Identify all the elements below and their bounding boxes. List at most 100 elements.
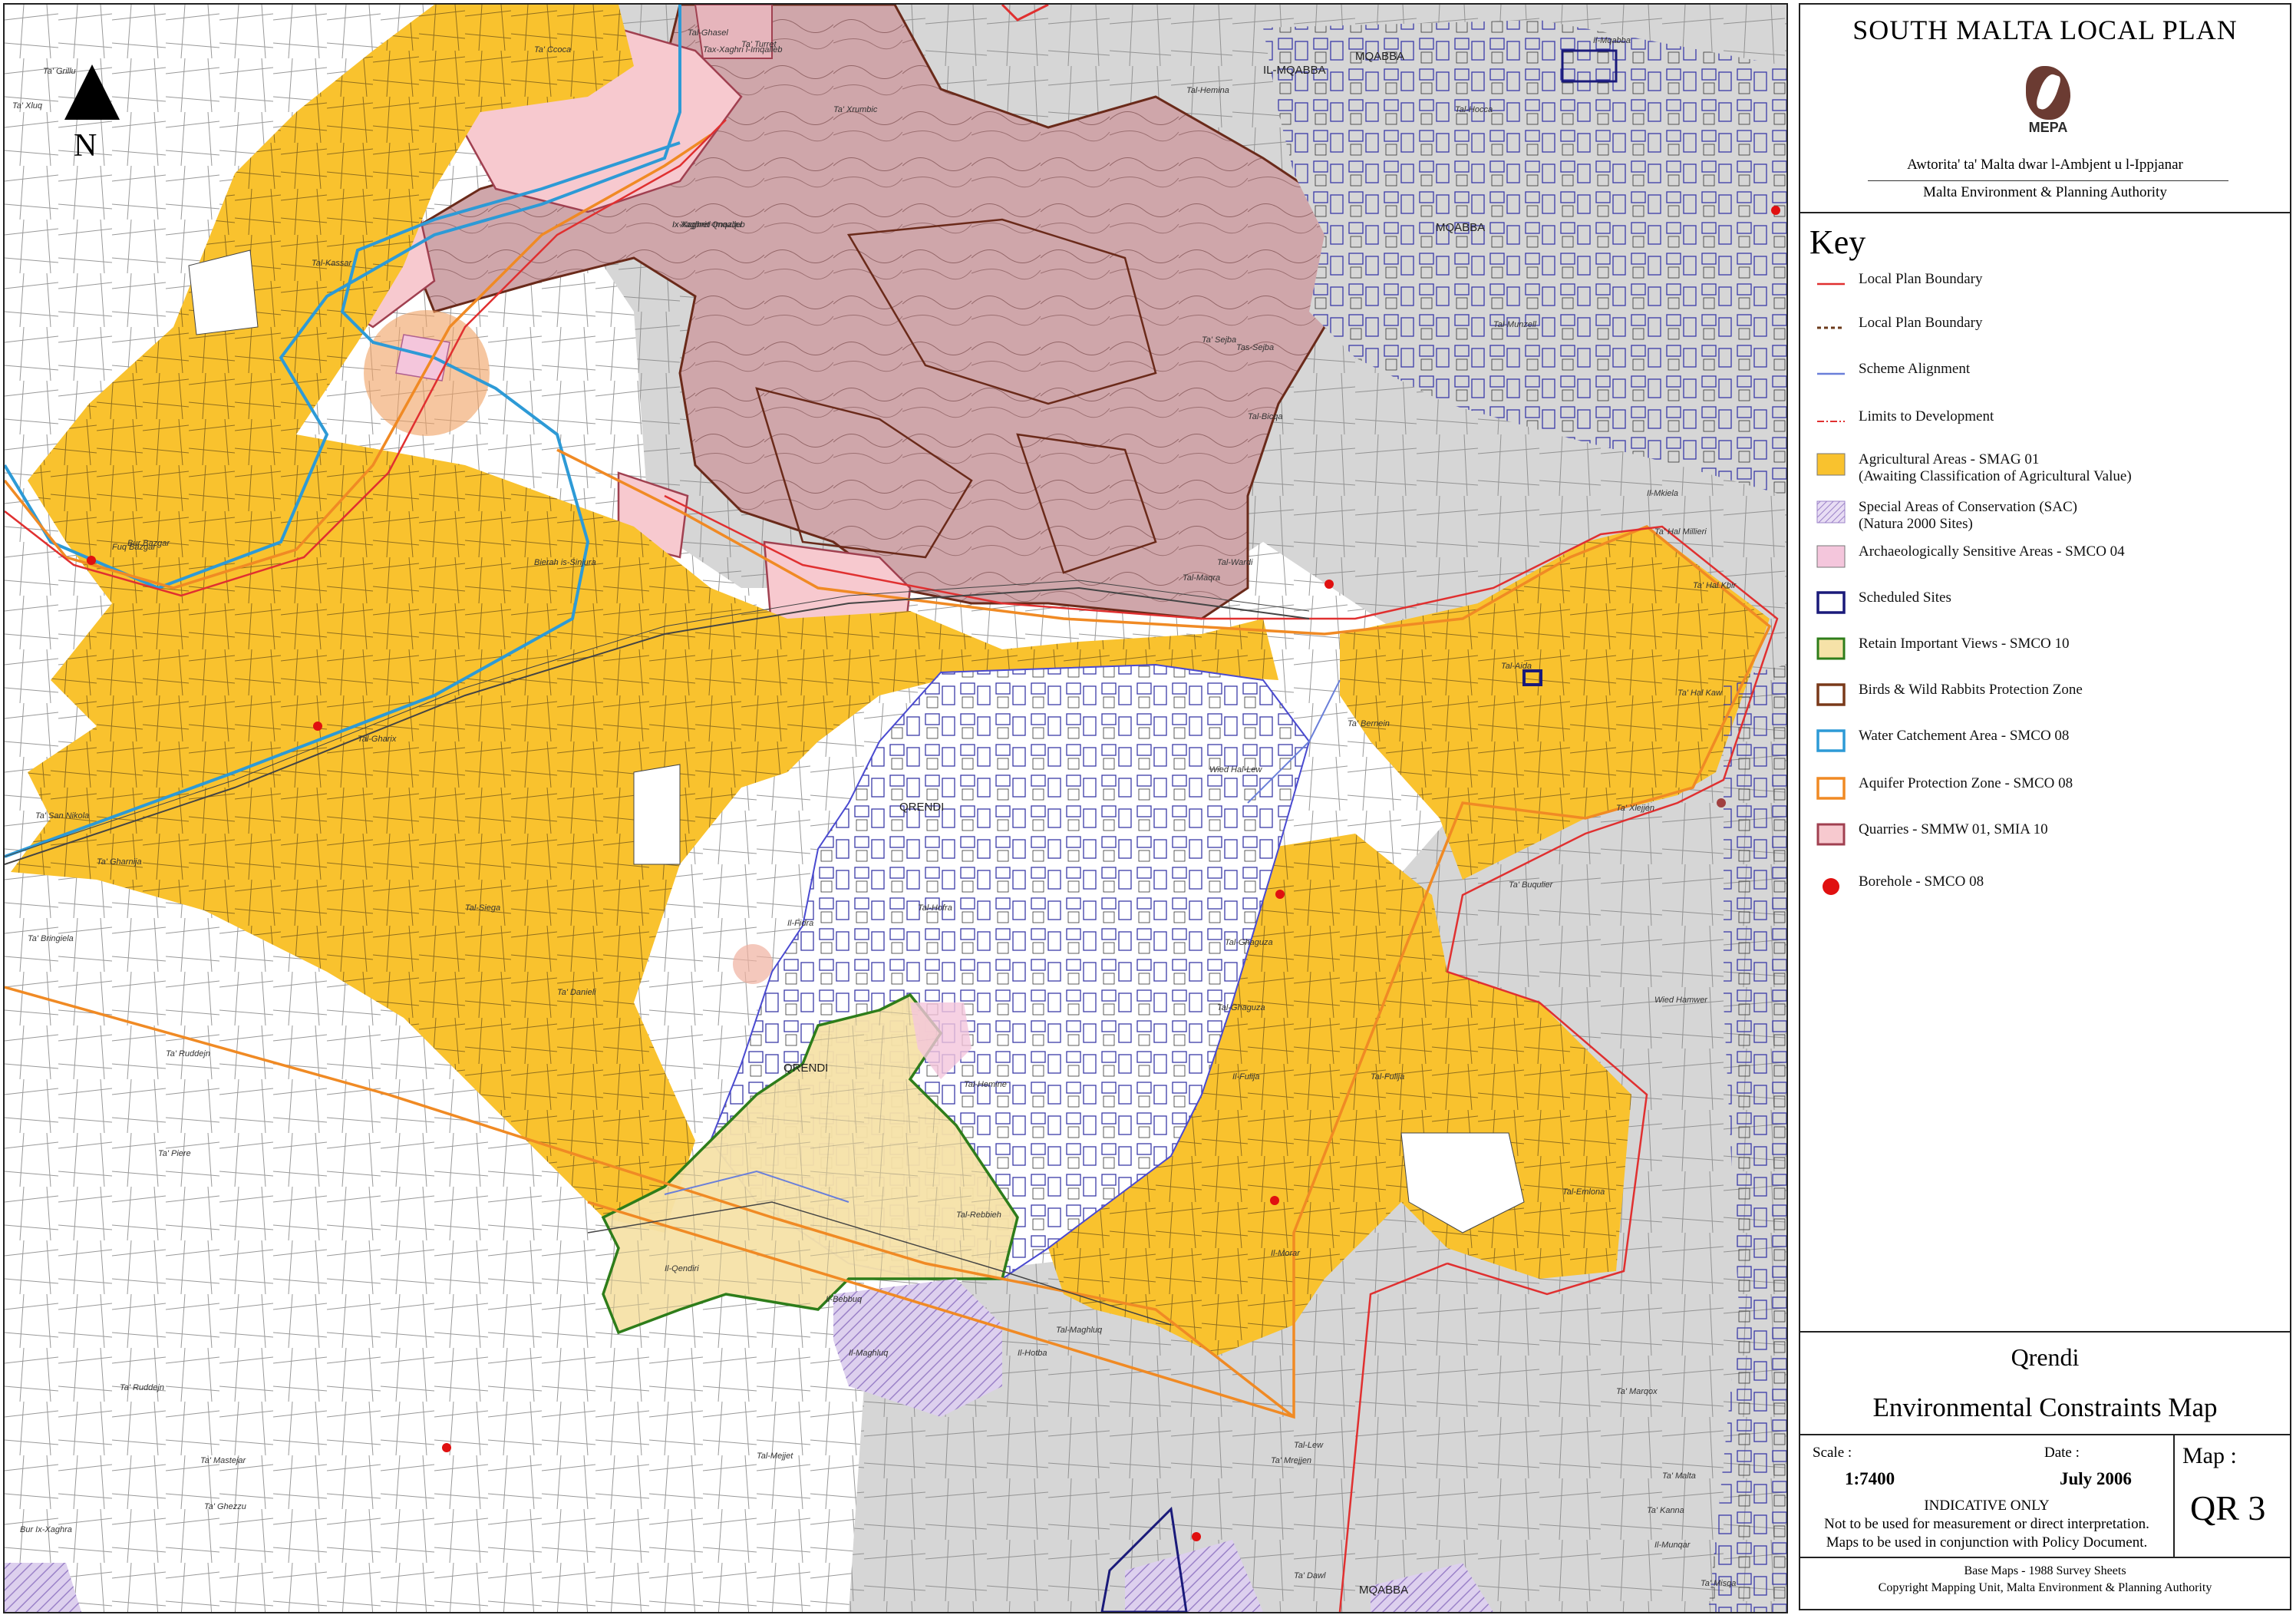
- aquifer-swatch-icon: [1816, 775, 1846, 801]
- legend-label: Retain Important Views - SMCO 10: [1859, 636, 2070, 652]
- place-label: Tal-Emlona: [1562, 1187, 1605, 1197]
- borehole-marker: [442, 1443, 451, 1452]
- basemap-credit-1: Base Maps - 1988 Survey Sheets: [1964, 1564, 2126, 1577]
- quarries-swatch-icon: [1816, 821, 1846, 847]
- place-label: Ta' Bringiela: [28, 934, 74, 943]
- legend-label-line: Scheme Alignment: [1859, 361, 1971, 377]
- legend-label: Local Plan Boundary: [1859, 271, 1982, 288]
- place-label: Ta' Mastejar: [200, 1456, 246, 1465]
- scale-label: Scale :: [1813, 1445, 1852, 1461]
- header-divider: [1800, 212, 2290, 213]
- town-label: MQABBA: [1359, 1584, 1408, 1597]
- birds-swatch-icon: [1816, 682, 1846, 708]
- lp-boundary-dashed-swatch-icon: [1816, 315, 1846, 341]
- borehole-swatch-icon: [1816, 874, 1846, 900]
- place-label: Il-Maghluq: [849, 1349, 889, 1358]
- place-label: Tal-Hemine: [964, 1080, 1007, 1089]
- legend-label: Scheduled Sites: [1859, 590, 1951, 606]
- place-label: Ta' Kanna: [1647, 1506, 1684, 1515]
- place-label: Tal-Ghaguza: [1217, 1003, 1265, 1012]
- agri-swatch-icon: [1816, 451, 1846, 477]
- legend-item-sac: Special Areas of Conservation (SAC) (Natu…: [1816, 496, 2284, 532]
- place-label: Il-Qendiri: [665, 1264, 699, 1273]
- legend-item-limits: Limits to Development: [1816, 405, 2284, 439]
- town-label: MQABBA: [1436, 221, 1485, 234]
- place-label: Ta' Hal Kaw: [1677, 689, 1723, 698]
- indicative-line-2: Not to be used for measurement or direct…: [1824, 1516, 2149, 1532]
- place-label: Bierah is-Sinjura: [534, 558, 596, 567]
- legend-item-views: Retain Important Views - SMCO 10: [1816, 632, 2284, 666]
- legend-item-borehole: Borehole - SMCO 08: [1816, 870, 2284, 904]
- map-place-name: Qrendi: [2011, 1343, 2080, 1371]
- place-label: Il-Mkiela: [1647, 489, 1678, 498]
- borehole-marker: [1771, 206, 1780, 215]
- map-number-divider: [2173, 1435, 2175, 1557]
- place-label: Ta' Xluq: [12, 101, 43, 111]
- place-label: Tal-Hocca: [1455, 105, 1493, 114]
- legend-item-quarries: Quarries - SMMW 01, SMIA 10: [1816, 818, 2284, 852]
- town-label: IL-MQABBA: [1263, 64, 1326, 77]
- legend-item-lp-boundary-dashed: Local Plan Boundary: [1816, 312, 2284, 345]
- legend-item-scheme: Scheme Alignment: [1816, 358, 2284, 391]
- indicative-line-1: INDICATIVE ONLY: [1924, 1498, 2050, 1514]
- legend-label: Borehole - SMCO 08: [1859, 874, 1984, 890]
- map-title: Environmental Constraints Map: [1872, 1392, 2218, 1422]
- mepa-logo: MEPA: [2021, 64, 2075, 140]
- limits-swatch-icon: [1816, 408, 1846, 434]
- place-label: Tal-Siega: [465, 903, 500, 913]
- authority-name-english: Malta Environment & Planning Authority: [1923, 184, 2167, 200]
- north-arrow: N: [60, 64, 124, 172]
- legend-label-line: Retain Important Views - SMCO 10: [1859, 636, 2070, 652]
- place-label: Tal-Maghluq: [1056, 1326, 1103, 1335]
- map-number-label: Map :: [2182, 1443, 2237, 1468]
- place-label: Ta' San Nikola: [35, 811, 89, 821]
- place-label: Tal-Mejjet: [757, 1452, 793, 1461]
- legend-label-line: Scheduled Sites: [1859, 590, 1951, 606]
- place-label: Tal-Bicqa: [1248, 412, 1282, 421]
- map-number-value: QR 3: [2190, 1488, 2266, 1527]
- borehole-marker: [1717, 798, 1726, 808]
- legend-item-lp-boundary: Local Plan Boundary: [1816, 268, 2284, 302]
- legend-label: Quarries - SMMW 01, SMIA 10: [1859, 821, 2048, 838]
- north-label: N: [74, 128, 97, 163]
- place-label: Tal-Ghaguza: [1225, 938, 1273, 947]
- legend-label-line: Aquifer Protection Zone - SMCO 08: [1859, 775, 2073, 791]
- legend-label-line: Agricultural Areas - SMAG 01: [1859, 451, 2040, 467]
- indicative-line-3: Maps to be used in conjunction with Poli…: [1826, 1534, 2148, 1551]
- place-label: Ta' Mrejjen: [1271, 1456, 1311, 1465]
- town-label: QRENDI: [899, 801, 944, 814]
- legend-label-line: Local Plan Boundary: [1859, 271, 1983, 287]
- place-label: Ta' Malta: [1662, 1471, 1696, 1481]
- legend-item-scheduled: Scheduled Sites: [1816, 586, 2284, 620]
- place-label: Tal-Hemina: [1186, 86, 1229, 95]
- place-label: Wied Hal-Lew: [1209, 765, 1262, 774]
- legend-label: Aquifer Protection Zone - SMCO 08: [1859, 775, 2073, 792]
- indicative-note: INDICATIVE ONLY Not to be used for measu…: [1800, 1497, 2173, 1552]
- borehole-marker: [1324, 580, 1334, 589]
- legend-item-water: Water Catchement Area - SMCO 08: [1816, 725, 2284, 758]
- legend-label: Limits to Development: [1859, 408, 1994, 425]
- legend-label: Archaeologically Sensitive Areas - SMCO …: [1859, 543, 2125, 560]
- legend-label-line: Archaeologically Sensitive Areas - SMCO …: [1859, 543, 2125, 560]
- place-label: Tal-Munzell: [1493, 320, 1536, 329]
- place-label: Ix-Xaghri l-Imqalleb: [672, 220, 745, 230]
- place-label: Ta' Ruddejn: [166, 1049, 210, 1059]
- scale-value: 1:7400: [1845, 1469, 1895, 1488]
- scheduled-swatch-icon: [1816, 590, 1846, 616]
- legend-label: Local Plan Boundary: [1859, 315, 1982, 332]
- map-panel: Ta' Xluq Ta' Grillu Ta' Ccoca Tal-Ghasel Ta'…: [3, 3, 1788, 1613]
- place-label: Ta' Buqulier: [1509, 880, 1554, 890]
- water-swatch-icon: [1816, 728, 1846, 754]
- views-swatch-icon: [1816, 636, 1846, 662]
- place-label: Ta' Ccoca: [534, 45, 571, 54]
- legend-label-line: Birds & Wild Rabbits Protection Zone: [1859, 682, 2083, 698]
- place-label: Bur Bazgar: [127, 539, 170, 548]
- place-label: Wied Hamwer: [1654, 996, 1708, 1005]
- map-sidebar: SOUTH MALTA LOCAL PLAN MEPA Awtorita' ta…: [1799, 3, 2291, 1610]
- place-label: Il-Hotba: [1018, 1349, 1047, 1358]
- place-label: Ta' Sejba: [1202, 335, 1236, 345]
- place-label: Tal-Kassar: [312, 259, 353, 268]
- place-label: Ta' Xlejjen: [1616, 804, 1654, 813]
- place-label: Ta' Ghezzu: [204, 1502, 246, 1511]
- place-label: Il-Bebbuq: [826, 1295, 863, 1304]
